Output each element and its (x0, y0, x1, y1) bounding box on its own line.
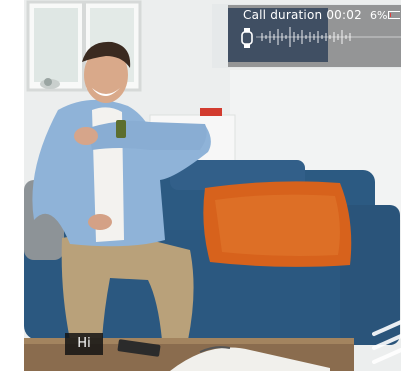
audio-waveform (256, 27, 401, 47)
speech-caption: Hi (65, 333, 103, 355)
smartwatch-icon (241, 28, 253, 48)
call-duration-label: Call duration (243, 8, 323, 22)
battery-level (390, 13, 391, 17)
battery-icon (388, 11, 400, 19)
battery-percent: 6% (370, 9, 388, 22)
decorative-corner-stripes (372, 320, 401, 364)
video-call-frame: Call duration 00:02 6% Hi (0, 0, 401, 371)
call-duration-readout: Call duration 00:02 (243, 8, 362, 22)
call-duration-time: 00:02 (326, 8, 362, 22)
